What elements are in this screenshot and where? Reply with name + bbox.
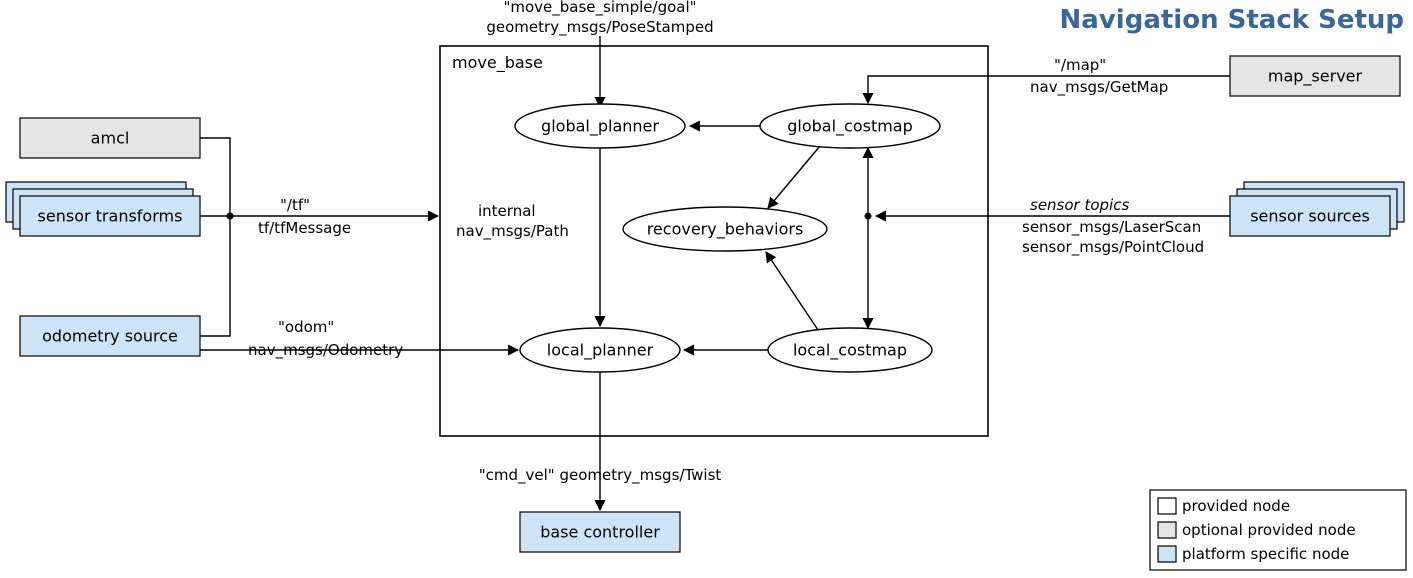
- legend-optional: optional provided node: [1182, 521, 1356, 539]
- internal-type-label: nav_msgs/Path: [456, 222, 569, 241]
- local-planner-label: local_planner: [547, 341, 654, 361]
- sensor-transforms-stack: sensor transforms: [6, 182, 200, 236]
- odom-topic-label: "odom": [278, 318, 334, 336]
- goal-topic-label: "move_base_simple/goal": [503, 0, 696, 17]
- local-costmap-label: local_costmap: [793, 341, 907, 361]
- lcostmap-to-recovery-arrow: [766, 252, 818, 330]
- tf-type-label: tf/tfMessage: [258, 219, 351, 237]
- sensor-type1-label: sensor_msgs/LaserScan: [1022, 218, 1201, 237]
- map-type-label: nav_msgs/GetMap: [1030, 78, 1168, 97]
- legend: provided node optional provided node pla…: [1150, 490, 1406, 570]
- goal-type-label: geometry_msgs/PoseStamped: [486, 18, 713, 37]
- sensor-junction-dot: [865, 213, 872, 220]
- amcl-label: amcl: [91, 129, 130, 148]
- sensor-transforms-label: sensor transforms: [38, 207, 183, 226]
- tf-topic-label: "/tf": [280, 196, 310, 214]
- gcostmap-to-recovery-arrow: [768, 146, 820, 208]
- internal-label: internal: [478, 202, 536, 220]
- cmdvel-label: "cmd_vel" geometry_msgs/Twist: [479, 466, 722, 485]
- global-costmap-label: global_costmap: [787, 117, 913, 137]
- sensor-type2-label: sensor_msgs/PointCloud: [1022, 238, 1204, 257]
- base-controller-label: base controller: [540, 523, 660, 542]
- legend-platform: platform specific node: [1182, 545, 1349, 563]
- sensor-sources-label: sensor sources: [1250, 207, 1370, 226]
- move-base-label: move_base: [452, 53, 543, 73]
- odometry-source-label: odometry source: [42, 327, 178, 346]
- map-server-label: map_server: [1268, 67, 1363, 87]
- sensor-topics-label: sensor topics: [1030, 196, 1129, 214]
- odom-type-label: nav_msgs/Odometry: [248, 341, 403, 360]
- global-planner-label: global_planner: [541, 117, 659, 137]
- sensor-sources-stack: sensor sources: [1230, 182, 1404, 236]
- recovery-behaviors-label: recovery_behaviors: [647, 220, 804, 240]
- map-topic-label: "/map": [1054, 56, 1106, 74]
- legend-provided: provided node: [1182, 497, 1290, 515]
- left-vertical-bus: [200, 138, 230, 336]
- page-title: Navigation Stack Setup: [1060, 5, 1404, 35]
